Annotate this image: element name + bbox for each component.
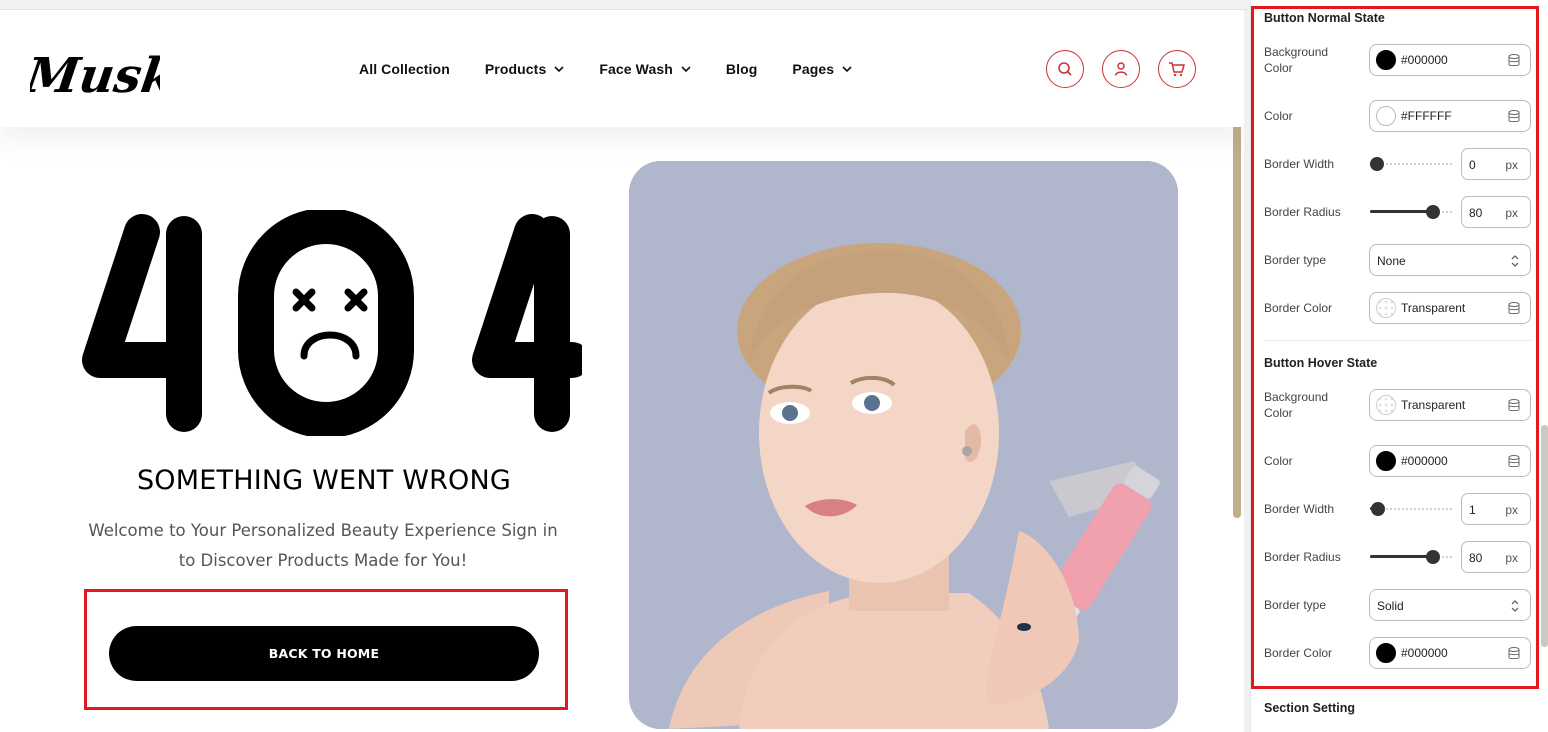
color-swatch [1376,451,1396,471]
normal-bg-color-field[interactable]: #000000 [1369,44,1531,76]
hover-border-radius-input[interactable]: 80 px [1461,541,1531,573]
normal-border-radius-slider[interactable] [1370,202,1454,222]
color-swatch [1376,50,1396,70]
chevron-down-icon [554,66,564,73]
slider-knob[interactable] [1370,502,1385,516]
nav-label: Products [484,61,547,77]
hover-text-color-field[interactable]: #000000 [1369,445,1531,477]
hover-border-width-input[interactable]: 1 px [1461,493,1531,525]
number-value: 80 [1469,551,1483,565]
database-icon[interactable] [1508,302,1520,315]
database-icon[interactable] [1508,110,1520,123]
nav-face-wash[interactable]: Face Wash [599,61,691,77]
normal-border-width-input[interactable]: 0 px [1461,148,1531,180]
panel-scrollbar[interactable] [1541,425,1548,647]
transparent-swatch [1376,395,1396,415]
hover-bg-color-field[interactable]: Transparent [1369,389,1531,421]
hover-border-color-label: Border Color [1264,646,1333,660]
hover-color-label: Color [1264,454,1293,468]
nav-blog[interactable]: Blog [726,61,758,77]
normal-border-width-slider[interactable] [1370,154,1454,174]
color-value: #000000 [1401,53,1448,67]
nav-label: Pages [792,61,835,77]
transparent-swatch [1376,298,1396,318]
color-value: #000000 [1401,454,1448,468]
number-value: 80 [1469,206,1483,220]
site-header: Musk All Collection Products Face Wash B… [0,10,1244,127]
normal-bg-label: Background Color [1264,45,1329,75]
color-value: #000000 [1401,646,1448,660]
nav-pages[interactable]: Pages [792,61,852,77]
nav-label: All Collection [359,61,450,77]
svg-text:Musk: Musk [30,48,160,104]
normal-border-width-label: Border Width [1264,157,1335,171]
canvas-top-bar [0,0,1248,10]
select-arrows-icon [1511,255,1519,267]
hover-border-width-slider[interactable] [1370,499,1454,519]
select-value: None [1377,254,1406,268]
select-arrows-icon [1511,600,1519,612]
color-value: Transparent [1401,398,1466,412]
cart-button[interactable] [1158,50,1196,88]
unit-label: px [1505,503,1518,517]
normal-border-color-field[interactable]: Transparent [1369,292,1531,324]
nav-label: Face Wash [599,61,673,77]
user-icon [1114,62,1128,76]
database-icon[interactable] [1508,399,1520,412]
account-button[interactable] [1102,50,1140,88]
slider-knob[interactable] [1370,157,1384,171]
normal-border-radius-label: Border Radius [1264,205,1341,219]
database-icon[interactable] [1508,54,1520,67]
color-value: Transparent [1401,301,1466,315]
cart-icon [1169,62,1185,77]
chevron-down-icon [842,66,852,73]
hover-border-width-label: Border Width [1264,502,1335,516]
select-value: Solid [1377,599,1404,613]
number-value: 0 [1469,158,1476,172]
database-icon[interactable] [1508,455,1520,468]
nav-label: Blog [725,61,758,77]
normal-border-type-label: Border type [1264,253,1327,267]
normal-color-label: Color [1264,109,1293,123]
section-divider [1264,340,1531,341]
section-setting-heading[interactable]: Section Setting [1264,701,1355,715]
error-404-graphic: 404 [82,210,582,436]
unit-label: px [1505,206,1518,220]
unit-label: px [1505,551,1518,565]
nav-all-collection[interactable]: All Collection [359,61,450,77]
hover-border-radius-label: Border Radius [1264,550,1341,564]
color-swatch [1376,106,1396,126]
dead-eyes-icon [292,288,368,312]
back-to-home-button[interactable]: BACK TO HOME [109,626,539,681]
normal-border-color-label: Border Color [1264,301,1333,315]
color-value: #FFFFFF [1401,109,1452,123]
normal-state-heading: Button Normal State [1264,11,1385,25]
search-icon [1058,62,1072,76]
hover-border-type-select[interactable]: Solid [1369,589,1531,621]
hover-bg-label: Background Color [1264,390,1329,420]
brand-logo[interactable]: Musk [30,36,160,106]
slider-knob[interactable] [1426,205,1440,219]
nav-products[interactable]: Products [485,61,564,77]
normal-border-type-select[interactable]: None [1369,244,1531,276]
normal-text-color-field[interactable]: #FFFFFF [1369,100,1531,132]
unit-label: px [1505,158,1518,172]
hover-border-radius-slider[interactable] [1370,547,1454,567]
main-nav: All Collection Products Face Wash Blog P… [359,58,887,80]
hover-border-type-label: Border type [1264,598,1327,612]
error-message: Welcome to Your Personalized Beauty Expe… [88,521,558,570]
number-value: 1 [1469,503,1476,517]
normal-border-radius-input[interactable]: 80 px [1461,196,1531,228]
chevron-down-icon [681,66,691,73]
database-icon[interactable] [1508,647,1520,660]
error-title: SOMETHING WENT WRONG [136,465,512,496]
hover-border-color-field[interactable]: #000000 [1369,637,1531,669]
color-swatch [1376,643,1396,663]
hero-model-image [629,161,1178,729]
store-preview: Musk All Collection Products Face Wash B… [0,10,1244,732]
hover-state-heading: Button Hover State [1264,356,1378,370]
search-button[interactable] [1046,50,1084,88]
slider-knob[interactable] [1426,550,1440,564]
